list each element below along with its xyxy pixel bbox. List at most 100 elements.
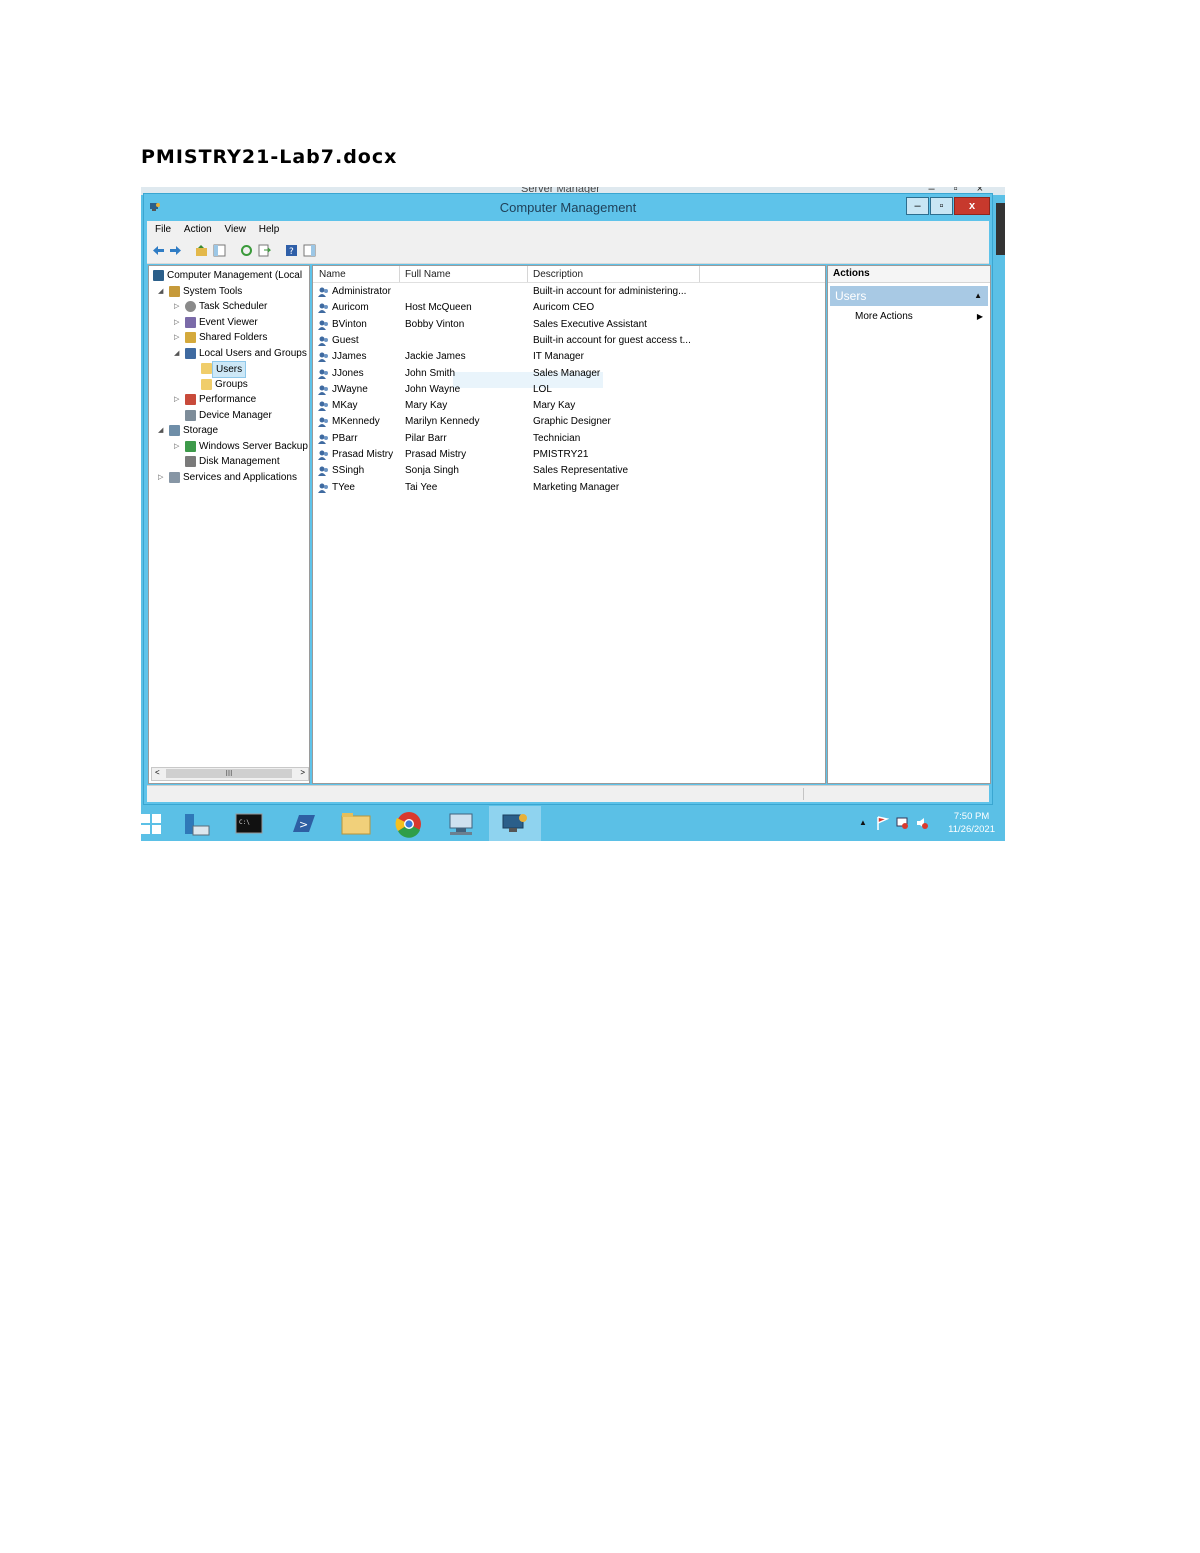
column-header-description[interactable]: Description <box>533 269 583 280</box>
menu-action[interactable]: Action <box>184 224 212 235</box>
window-titlebar[interactable]: Computer Management – ▫ x <box>144 194 992 220</box>
actions-section-users[interactable]: Users ▲ <box>830 286 988 306</box>
table-row[interactable]: BVinton Bobby Vinton Sales Executive Assis… <box>313 317 825 333</box>
tree-item-label: Services and Applications <box>183 471 297 483</box>
action-center-flag-icon[interactable] <box>875 815 889 831</box>
tree-item-label: Computer Management (Local <box>167 270 303 281</box>
tree-item-windows-server-backup[interactable]: ▷ Windows Server Backup <box>149 439 309 454</box>
tree-item-performance[interactable]: ▷ Performance <box>149 392 309 407</box>
collapse-arrow-icon[interactable]: ◢ <box>158 423 163 438</box>
cell-name: PBarr <box>332 432 358 444</box>
scroll-left-button[interactable]: < <box>155 768 160 777</box>
cell-description: PMISTRY21 <box>533 449 589 460</box>
cell-description: Sales Executive Assistant <box>533 318 647 330</box>
disk-icon <box>185 456 196 467</box>
folder-icon <box>201 363 212 374</box>
collapse-arrow-icon[interactable]: ◢ <box>158 284 163 299</box>
tree-item-event-viewer[interactable]: ▷ Event Viewer <box>149 315 309 330</box>
volume-icon[interactable] <box>915 815 929 831</box>
table-row[interactable]: MKay Mary Kay Mary Kay <box>313 398 825 414</box>
help-icon[interactable]: ? <box>285 244 298 257</box>
expand-arrow-icon[interactable]: ▷ <box>174 299 179 314</box>
event-viewer-icon <box>185 316 196 328</box>
expand-arrow-icon[interactable]: ▷ <box>158 470 163 485</box>
tree-item-system-tools[interactable]: ◢ System Tools <box>149 284 309 299</box>
tree-item-label: Disk Management <box>199 456 280 467</box>
user-icon <box>318 450 329 460</box>
scroll-thumb[interactable]: III <box>166 769 292 778</box>
tree-item-users[interactable]: Users <box>149 361 309 378</box>
back-icon[interactable] <box>152 244 165 257</box>
refresh-icon[interactable] <box>240 244 253 257</box>
table-row[interactable]: Administrator Built-in account for admini… <box>313 284 825 300</box>
close-button[interactable]: x <box>954 197 990 215</box>
show-hide-tree-icon[interactable] <box>213 244 226 257</box>
table-row[interactable]: JWayne John Wayne LOL <box>313 382 825 398</box>
tree-item-label: Event Viewer <box>199 316 258 328</box>
table-row[interactable]: Auricom Host McQueen Auricom CEO <box>313 300 825 316</box>
tray-overflow-arrow[interactable]: ▲ <box>859 818 867 827</box>
tree-item-shared-folders[interactable]: ▷ Shared Folders <box>149 330 309 345</box>
menu-view[interactable]: View <box>224 224 246 235</box>
scroll-right-button[interactable]: > <box>300 768 305 777</box>
taskbar-command-prompt[interactable]: C:\ <box>224 806 276 841</box>
column-header-name[interactable]: Name <box>319 269 346 280</box>
minimize-button[interactable]: – <box>906 197 929 215</box>
taskbar-server-manager[interactable] <box>171 806 223 841</box>
tree-item-services-and-applications[interactable]: ▷ Services and Applications <box>149 470 309 485</box>
taskbar-chrome[interactable] <box>383 806 435 841</box>
column-header-full-name[interactable]: Full Name <box>405 269 451 280</box>
tree-item-storage[interactable]: ◢ Storage <box>149 423 309 438</box>
network-tray-icon[interactable] <box>895 815 909 831</box>
background-window-edge <box>996 203 1005 255</box>
forward-icon[interactable] <box>169 244 182 257</box>
cell-full-name: Mary Kay <box>405 400 448 412</box>
maximize-button[interactable]: ▫ <box>930 197 953 215</box>
table-row[interactable]: TYee Tai Yee Marketing Manager <box>313 480 825 496</box>
taskbar-file-explorer[interactable] <box>330 806 382 841</box>
tree-item-computer-management-local[interactable]: Computer Management (Local <box>149 268 309 283</box>
tree-item-local-users-and-groups[interactable]: ◢ Local Users and Groups <box>149 346 309 361</box>
tree-horizontal-scrollbar[interactable]: < III > <box>151 767 309 781</box>
clock[interactable]: 7:50 PM 11/26/2021 <box>948 810 995 836</box>
menu-file[interactable]: File <box>155 224 171 235</box>
table-row[interactable]: SSingh Sonja Singh Sales Representative <box>313 463 825 479</box>
cell-description: IT Manager <box>533 351 584 363</box>
status-separator <box>803 788 804 800</box>
more-actions-item[interactable]: More Actions ▶ <box>855 310 983 324</box>
table-row[interactable]: JJones John Smith Sales Manager <box>313 366 825 382</box>
start-windows-icon[interactable] <box>141 811 163 836</box>
user-icon <box>318 434 329 444</box>
up-folder-icon[interactable] <box>195 244 208 257</box>
console-tree: < III > Computer Management (Local ◢ Syste… <box>148 265 310 784</box>
expand-arrow-icon[interactable]: ▷ <box>174 439 179 454</box>
expand-arrow-icon[interactable]: ▷ <box>174 315 179 330</box>
table-row[interactable]: JJames Jackie James IT Manager <box>313 349 825 365</box>
expand-arrow-icon[interactable]: ▷ <box>174 392 179 407</box>
column-separator[interactable] <box>527 266 528 282</box>
tree-item-device-manager[interactable]: Device Manager <box>149 408 309 423</box>
table-row[interactable]: PBarr Pilar Barr Technician <box>313 431 825 447</box>
cell-full-name: Pilar Barr <box>405 432 447 444</box>
column-separator[interactable] <box>699 266 700 282</box>
table-row[interactable]: Guest Built-in account for guest access t… <box>313 333 825 349</box>
expand-arrow-icon[interactable]: ▷ <box>174 330 179 345</box>
taskbar-network[interactable] <box>436 806 488 841</box>
backup-icon <box>185 440 196 452</box>
table-row[interactable]: Prasad Mistry Prasad Mistry PMISTRY21 <box>313 447 825 463</box>
cell-description: Sales Manager <box>533 367 601 379</box>
table-row[interactable]: MKennedy Marilyn Kennedy Graphic Designer <box>313 414 825 430</box>
taskbar-computer-management[interactable] <box>489 806 541 841</box>
column-separator[interactable] <box>399 266 400 282</box>
tree-item-groups[interactable]: Groups <box>149 377 309 392</box>
show-hide-action-pane-icon[interactable] <box>303 244 316 257</box>
tree-item-label: Groups <box>215 378 248 390</box>
taskbar-powershell[interactable]: > <box>277 806 329 841</box>
tree-item-disk-management[interactable]: Disk Management <box>149 454 309 469</box>
export-list-icon[interactable] <box>258 244 271 257</box>
collapse-arrow-icon[interactable]: ▲ <box>974 286 982 306</box>
tree-item-task-scheduler[interactable]: ▷ Task Scheduler <box>149 299 309 314</box>
collapse-arrow-icon[interactable]: ◢ <box>174 346 179 361</box>
menu-help[interactable]: Help <box>259 224 280 235</box>
shared-folder-icon <box>185 332 196 343</box>
